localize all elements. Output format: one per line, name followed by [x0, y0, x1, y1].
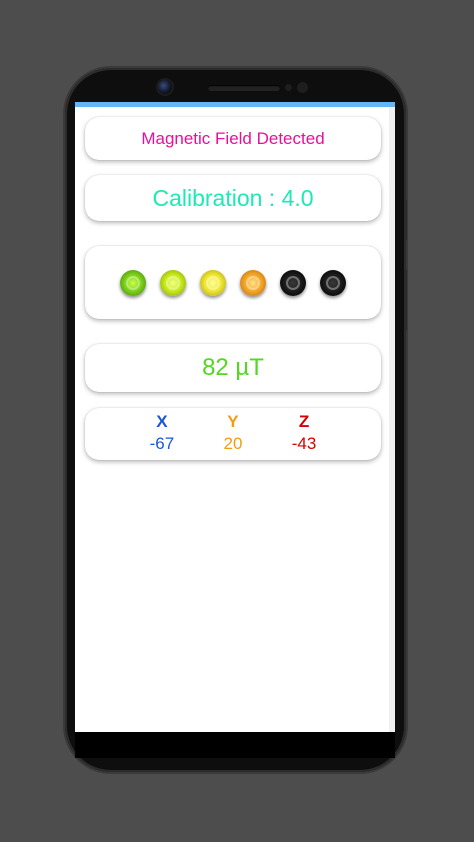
axes-card: X -67 Y 20 Z -43 [85, 408, 381, 460]
axis-y-value: 20 [223, 434, 243, 453]
indicator-led-1 [120, 269, 146, 296]
axis-z-value: -43 [291, 434, 317, 453]
screen-edge [389, 107, 395, 732]
indicator-led-6 [320, 269, 346, 296]
indicator-led-3 [200, 269, 226, 296]
power-button [404, 200, 407, 240]
axis-z: Z -43 [292, 412, 317, 456]
axis-y-label: Y [227, 412, 239, 431]
indicator-led-4 [240, 269, 266, 296]
calibration-value: Calibration : 4.0 [152, 184, 314, 211]
indicator-led-5 [280, 269, 306, 296]
volume-button [404, 270, 407, 330]
field-strength-value: 82 µT [202, 354, 264, 381]
indicator-card [85, 246, 381, 319]
axis-y: Y 20 [224, 412, 243, 456]
earpiece-speaker [208, 85, 280, 91]
status-message: Magnetic Field Detected [141, 128, 325, 148]
axis-x-value: -67 [149, 434, 175, 453]
status-card: Magnetic Field Detected [85, 117, 381, 160]
app-screen: Magnetic Field Detected Calibration : 4.… [75, 102, 395, 732]
field-strength-card: 82 µT [85, 344, 381, 392]
status-bar [75, 102, 395, 107]
front-camera-icon [158, 80, 172, 94]
axis-x: X -67 [150, 412, 175, 456]
navigation-bar [75, 732, 395, 758]
axis-z-label: Z [298, 412, 310, 431]
axis-x-label: X [156, 412, 168, 431]
proximity-sensor [285, 84, 292, 91]
indicator-led-2 [160, 269, 186, 296]
calibration-card: Calibration : 4.0 [85, 175, 381, 221]
light-sensor [297, 82, 308, 93]
